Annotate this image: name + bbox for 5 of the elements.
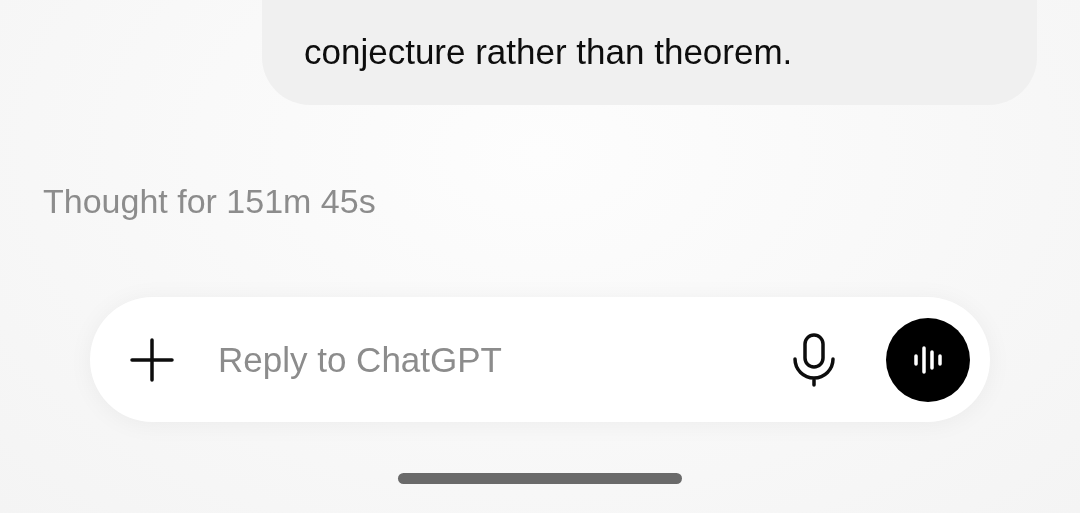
reply-field[interactable]: Reply to ChatGPT (216, 338, 790, 381)
message-text: conjecture rather than theorem. (304, 31, 793, 73)
plus-icon[interactable] (128, 335, 176, 384)
microphone-icon[interactable] (790, 331, 838, 388)
thought-duration[interactable]: Thought for 151m 45s (43, 179, 376, 223)
